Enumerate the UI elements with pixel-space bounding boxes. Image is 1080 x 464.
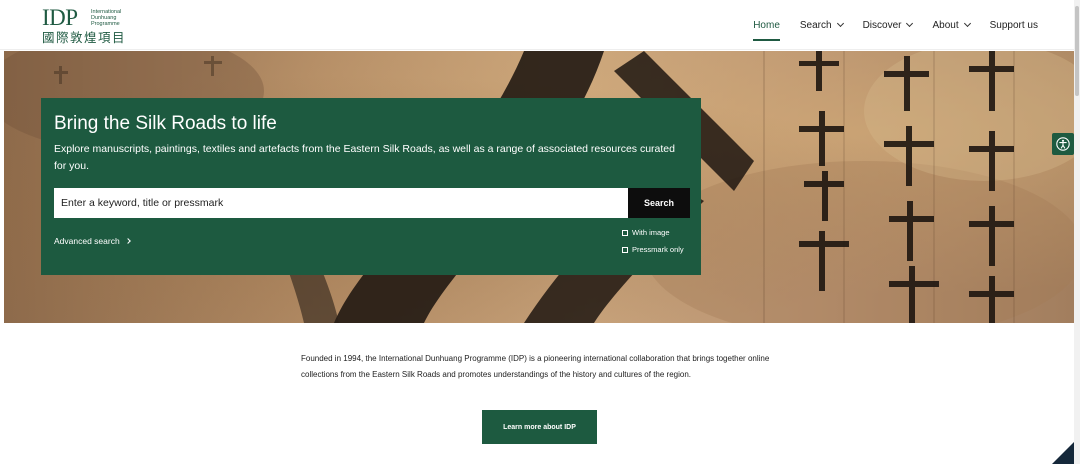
nav-item-label: About xyxy=(932,19,959,31)
site-header: IDP International Dunhuang Programme 國際敦… xyxy=(0,0,1080,50)
nav-item-discover[interactable]: Discover xyxy=(862,0,914,50)
hero-search-panel: Bring the Silk Roads to life Explore man… xyxy=(41,98,701,275)
chevron-down-icon xyxy=(906,19,914,28)
accessibility-button[interactable] xyxy=(1052,133,1074,155)
nav-item-label: Search xyxy=(799,19,832,31)
nav-item-search[interactable]: Search xyxy=(799,0,844,50)
checkbox-box[interactable] xyxy=(622,229,628,236)
checkbox-label: With image xyxy=(632,228,670,237)
logo-subtitle-line: Programme xyxy=(91,21,120,27)
learn-more-button[interactable]: Learn more about IDP xyxy=(482,410,597,444)
nav-item-home[interactable]: Home xyxy=(753,0,780,50)
nav-item-label: Support us xyxy=(989,19,1038,31)
nav-item-about[interactable]: About xyxy=(932,0,971,50)
nav-item-label: Discover xyxy=(862,19,902,31)
logo-mark: IDP xyxy=(42,5,78,30)
main-nav: Home Search Discover About Support us xyxy=(733,0,1038,50)
with-image-checkbox[interactable]: With image xyxy=(622,228,670,237)
chevron-down-icon xyxy=(836,19,844,28)
hero-description: Explore manuscripts, paintings, textiles… xyxy=(54,143,675,172)
hero-title: Bring the Silk Roads to life xyxy=(54,113,277,134)
search-button[interactable]: Search xyxy=(628,188,690,218)
chevron-down-icon xyxy=(963,19,971,28)
nav-item-support-us[interactable]: Support us xyxy=(990,0,1038,50)
logo-subtitle: International Dunhuang Programme xyxy=(91,9,141,27)
checkbox-box[interactable] xyxy=(622,246,628,253)
advanced-search-label: Advanced search xyxy=(54,236,120,246)
checkbox-label: Pressmark only xyxy=(632,245,684,254)
advanced-search-link[interactable]: Advanced search xyxy=(54,236,131,246)
search-bar: Search xyxy=(54,188,690,218)
page-scrollbar[interactable] xyxy=(1074,0,1080,464)
corner-widget[interactable] xyxy=(1052,442,1074,464)
chevron-right-icon xyxy=(124,238,131,244)
nav-item-label: Home xyxy=(753,19,780,31)
accessibility-icon xyxy=(1056,137,1070,151)
logo-chinese-name: 國際敦煌項目 xyxy=(42,30,127,45)
intro-text: Founded in 1994, the International Dunhu… xyxy=(301,354,770,379)
pressmark-only-checkbox[interactable]: Pressmark only xyxy=(622,245,684,254)
idp-logo[interactable]: IDP International Dunhuang Programme 國際敦… xyxy=(42,6,152,46)
search-input[interactable] xyxy=(54,188,628,218)
scrollbar-thumb[interactable] xyxy=(1075,6,1079,96)
